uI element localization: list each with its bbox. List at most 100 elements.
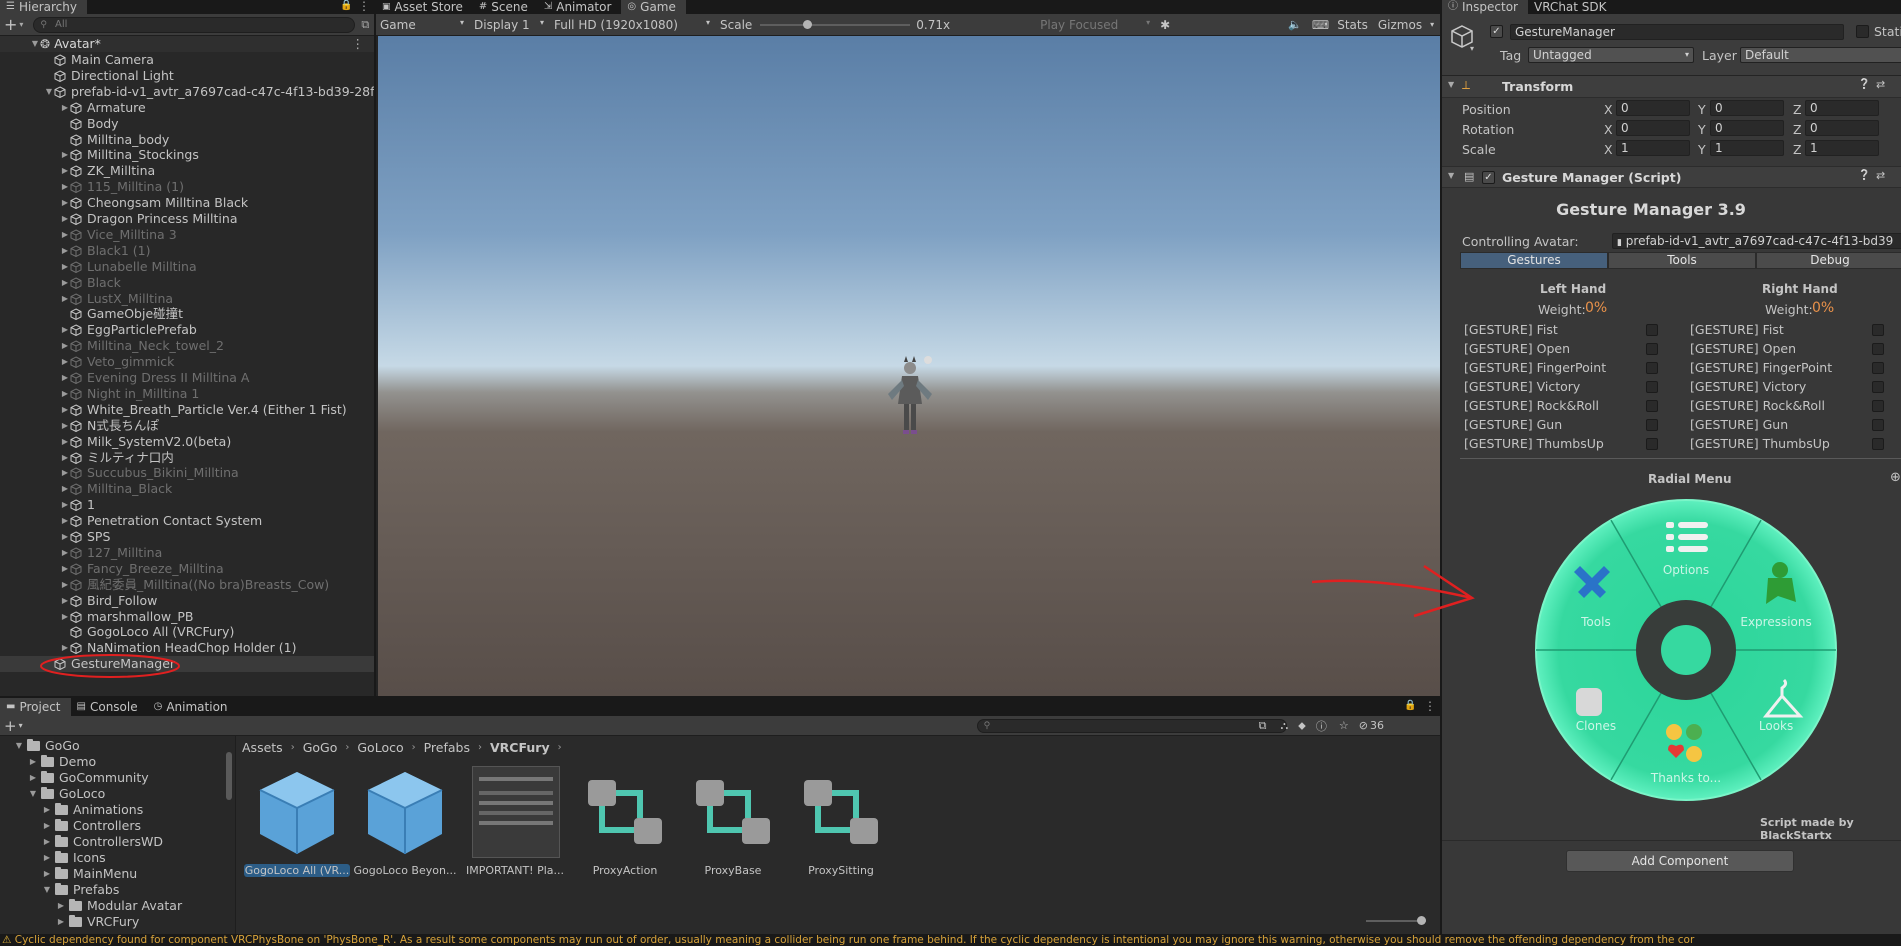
chevron-down-icon[interactable]: ▾: [1430, 20, 1434, 29]
expand-arrow-icon[interactable]: ▶: [60, 561, 70, 577]
expand-arrow-icon[interactable]: ▶: [60, 577, 70, 593]
folder-item[interactable]: ▶ MainMenu: [0, 866, 224, 882]
tab-animation[interactable]: ◷ Animation: [148, 698, 238, 716]
expand-arrow-icon[interactable]: ▶: [28, 754, 38, 770]
gizmos-button[interactable]: Gizmos: [1378, 18, 1422, 32]
hierarchy-item[interactable]: ▶ Milk_SystemV2.0(beta): [0, 434, 374, 450]
hierarchy-search-input[interactable]: ⚲ All: [33, 16, 356, 33]
left-gesture-checkbox[interactable]: [1646, 343, 1658, 355]
scale-slider[interactable]: [760, 18, 911, 32]
expand-arrow-icon[interactable]: ▶: [60, 450, 70, 466]
tab-project[interactable]: ▬ Project: [0, 698, 71, 716]
collapse-arrow-icon[interactable]: ▼: [42, 882, 52, 898]
radial-item-thanks-to[interactable]: Thanks to...: [1650, 771, 1721, 785]
object-name-field[interactable]: GestureManager: [1510, 24, 1844, 40]
tab-vrchat-sdk[interactable]: VRChat SDK: [1528, 0, 1617, 14]
expand-arrow-icon[interactable]: ▶: [42, 866, 52, 882]
audio-icon[interactable]: 🔈: [1288, 18, 1302, 31]
folder-item[interactable]: ▼ Prefabs: [0, 882, 224, 898]
scale-y-field[interactable]: 1: [1710, 140, 1784, 156]
add-component-button[interactable]: Add Component: [1566, 850, 1794, 872]
tree-scrollbar[interactable]: [226, 752, 232, 800]
tab-gestures[interactable]: Gestures: [1460, 252, 1608, 269]
right-gesture-checkbox[interactable]: [1872, 324, 1884, 336]
lock-icon[interactable]: 🔒: [1404, 700, 1416, 711]
expand-arrow-icon[interactable]: ▶: [56, 914, 66, 930]
animation-controller-thumbnail[interactable]: [686, 766, 780, 860]
hierarchy-item[interactable]: ▶ White_Breath_Particle Ver.4 (Either 1 F…: [0, 402, 374, 418]
folder-item[interactable]: ▶ ControllersWD: [0, 834, 224, 850]
hierarchy-item[interactable]: ▶ Milltina_Stockings: [0, 147, 374, 163]
folder-item[interactable]: ▶ GoCommunity: [0, 770, 224, 786]
preset-icon[interactable]: ⇄: [1876, 169, 1885, 182]
layer-dropdown[interactable]: Default: [1740, 47, 1901, 63]
radial-item-clones[interactable]: Clones: [1576, 719, 1616, 733]
slider-thumb[interactable]: [802, 19, 812, 29]
hierarchy-item[interactable]: ▶ 115_Milltina (1): [0, 179, 374, 195]
search-by-type-icon[interactable]: ⧉: [1259, 719, 1267, 733]
breadcrumb-item[interactable]: Prefabs: [424, 740, 470, 755]
preset-icon[interactable]: ⇄: [1876, 78, 1885, 91]
hierarchy-item[interactable]: ▶ 1: [0, 497, 374, 513]
expand-arrow-icon[interactable]: ▶: [28, 770, 38, 786]
hierarchy-item[interactable]: ▶ Black1 (1): [0, 243, 374, 259]
expand-arrow-icon[interactable]: ▶: [60, 370, 70, 386]
folder-item[interactable]: ▶ VRCFury: [0, 914, 224, 930]
keyboard-icon[interactable]: ⌨: [1312, 18, 1329, 32]
asset-label[interactable]: GogoLoco Beyon...: [352, 864, 458, 877]
view-dropdown[interactable]: Game ▾: [376, 18, 468, 32]
expand-arrow-icon[interactable]: ▶: [60, 195, 70, 211]
expand-arrow-icon[interactable]: ▶: [60, 402, 70, 418]
prefab-thumbnail[interactable]: [358, 766, 452, 860]
expand-arrow-icon[interactable]: ▶: [60, 291, 70, 307]
animation-controller-thumbnail[interactable]: [794, 766, 888, 860]
hierarchy-item[interactable]: ▶ Armature: [0, 100, 374, 116]
folder-item[interactable]: ▶ Demo: [0, 754, 224, 770]
collapse-arrow-icon[interactable]: ▼: [28, 786, 38, 802]
expand-arrow-icon[interactable]: ▶: [60, 418, 70, 434]
left-gesture-checkbox[interactable]: [1646, 324, 1658, 336]
expand-arrow-icon[interactable]: ▶: [60, 147, 70, 163]
hierarchy-item[interactable]: ▶ 127_Milltina: [0, 545, 374, 561]
tab-tools[interactable]: Tools: [1608, 252, 1756, 269]
bug-icon[interactable]: ✱: [1160, 18, 1170, 32]
asset-label[interactable]: IMPORTANT! Pla...: [462, 864, 568, 877]
thumbnail-size-slider[interactable]: [1366, 916, 1426, 926]
script-enabled-checkbox[interactable]: ✓: [1482, 171, 1495, 184]
tab-console[interactable]: ▤ Console: [71, 698, 148, 716]
controlling-avatar-field[interactable]: ▮ prefab-id-v1_avtr_a7697cad-c47c-4f13-b…: [1612, 233, 1901, 249]
tab-hierarchy[interactable]: ☰ Hierarchy: [0, 0, 87, 14]
hierarchy-item[interactable]: Main Camera: [0, 52, 374, 68]
hierarchy-item[interactable]: ▶ Vice_Milltina 3: [0, 227, 374, 243]
expand-arrow-icon[interactable]: ▶: [60, 513, 70, 529]
image-thumbnail[interactable]: [468, 766, 562, 860]
search-filter-icon[interactable]: ⧉: [361, 18, 369, 32]
collapse-arrow-icon[interactable]: ▼: [44, 84, 54, 100]
expand-arrow-icon[interactable]: ▶: [60, 322, 70, 338]
left-gesture-checkbox[interactable]: [1646, 419, 1658, 431]
radial-item-expressions[interactable]: Expressions: [1740, 615, 1811, 629]
lock-icon[interactable]: 🔒: [340, 0, 352, 11]
rotation-x-field[interactable]: 0: [1616, 120, 1690, 136]
right-gesture-checkbox[interactable]: [1872, 419, 1884, 431]
position-y-field[interactable]: 0: [1710, 100, 1784, 116]
game-viewport[interactable]: [378, 36, 1440, 696]
project-search-input[interactable]: ⚲: [976, 718, 1287, 733]
hierarchy-item[interactable]: ▶ Evening Dress II Milltina A: [0, 370, 374, 386]
hierarchy-item[interactable]: ▶ Milltina_Black: [0, 481, 374, 497]
hierarchy-item[interactable]: ▶ ZK_Milltina: [0, 163, 374, 179]
hierarchy-item[interactable]: ▶ Veto_gimmick: [0, 354, 374, 370]
hierarchy-item[interactable]: ▶ Black: [0, 275, 374, 291]
collapse-arrow-icon[interactable]: ▼: [14, 738, 24, 754]
rotation-y-field[interactable]: 0: [1710, 120, 1784, 136]
hierarchy-item[interactable]: ▶ Fancy_Breeze_Milltina: [0, 561, 374, 577]
expand-arrow-icon[interactable]: ▶: [60, 227, 70, 243]
label-icon[interactable]: ⬥: [1298, 719, 1306, 733]
more-options-icon[interactable]: ⋮: [352, 36, 365, 52]
expand-arrow-icon[interactable]: ▶: [60, 163, 70, 179]
tab-game[interactable]: ◎ Game: [621, 0, 686, 14]
play-mode-dropdown[interactable]: Play Focused ▾: [1040, 18, 1150, 32]
hierarchy-item[interactable]: ▶ Milltina_Neck_towel_2: [0, 338, 374, 354]
hierarchy-item[interactable]: ▶ Night in_Milltina 1: [0, 386, 374, 402]
hierarchy-item[interactable]: ▶ marshmallow_PB: [0, 609, 374, 625]
